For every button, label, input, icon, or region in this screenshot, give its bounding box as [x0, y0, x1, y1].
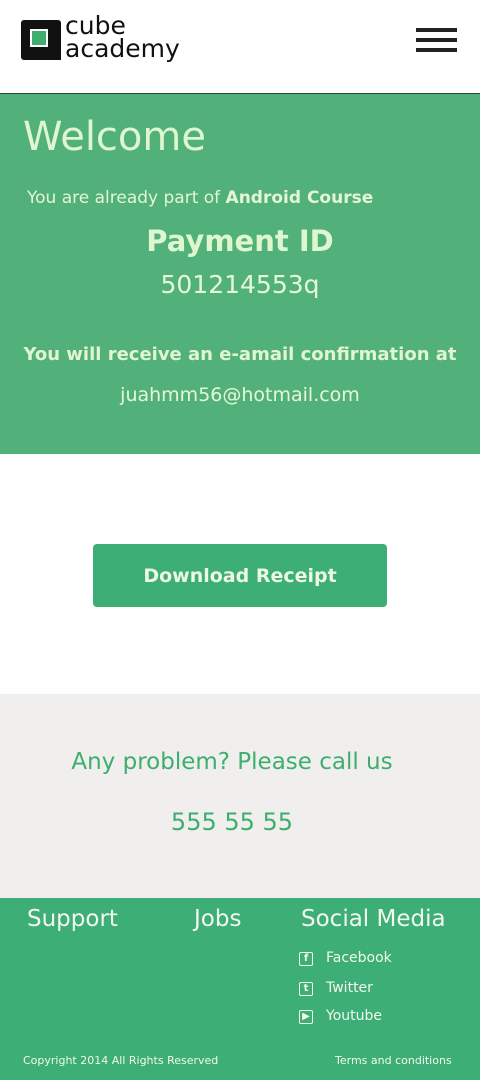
social-youtube-label: Youtube — [326, 1008, 382, 1024]
course-name: Android Course — [225, 188, 374, 208]
payment-id-value: 501214553q — [160, 270, 320, 299]
help-phone-number[interactable]: 555 55 55 — [0, 808, 464, 836]
logo-mark-icon — [21, 20, 61, 60]
enrolled-prefix: You are already part of — [27, 188, 226, 208]
twitter-icon: t — [299, 982, 313, 996]
confirmation-email: juahmm56@hotmail.com — [120, 384, 360, 406]
cube-academy-logo[interactable]: cube academy — [21, 13, 201, 68]
youtube-icon: ▶ — [299, 1010, 313, 1024]
payment-id-label: Payment ID — [146, 224, 334, 258]
logo-line-2: academy — [65, 34, 180, 63]
welcome-panel: Welcome You are already part of Android … — [0, 94, 480, 454]
page-title: Welcome — [23, 114, 206, 160]
copyright-text: Copyright 2014 All Rights Reserved — [23, 1054, 219, 1067]
help-section: Any problem? Please call us 555 55 55 — [0, 694, 480, 898]
app-header: cube academy — [0, 0, 480, 94]
footer-jobs-link[interactable]: Jobs — [194, 906, 241, 932]
social-facebook-label: Facebook — [326, 950, 392, 966]
footer-social-media-heading: Social Media — [301, 906, 446, 932]
help-text: Any problem? Please call us — [71, 749, 393, 775]
footer-support-link[interactable]: Support — [27, 906, 118, 932]
page-footer: Support Jobs Social Media f Facebook t T… — [0, 898, 480, 1080]
hamburger-menu-icon[interactable] — [416, 28, 458, 54]
confirmation-text: You will receive an e-amail confirmation… — [23, 344, 457, 365]
download-receipt-button[interactable]: Download Receipt — [93, 544, 387, 607]
enrolled-message: You are already part of Android Course — [27, 188, 373, 208]
facebook-icon: f — [299, 952, 313, 966]
terms-link[interactable]: Terms and conditions — [335, 1054, 452, 1067]
social-twitter-label: Twitter — [326, 980, 373, 996]
logo-text: cube academy — [65, 13, 180, 63]
